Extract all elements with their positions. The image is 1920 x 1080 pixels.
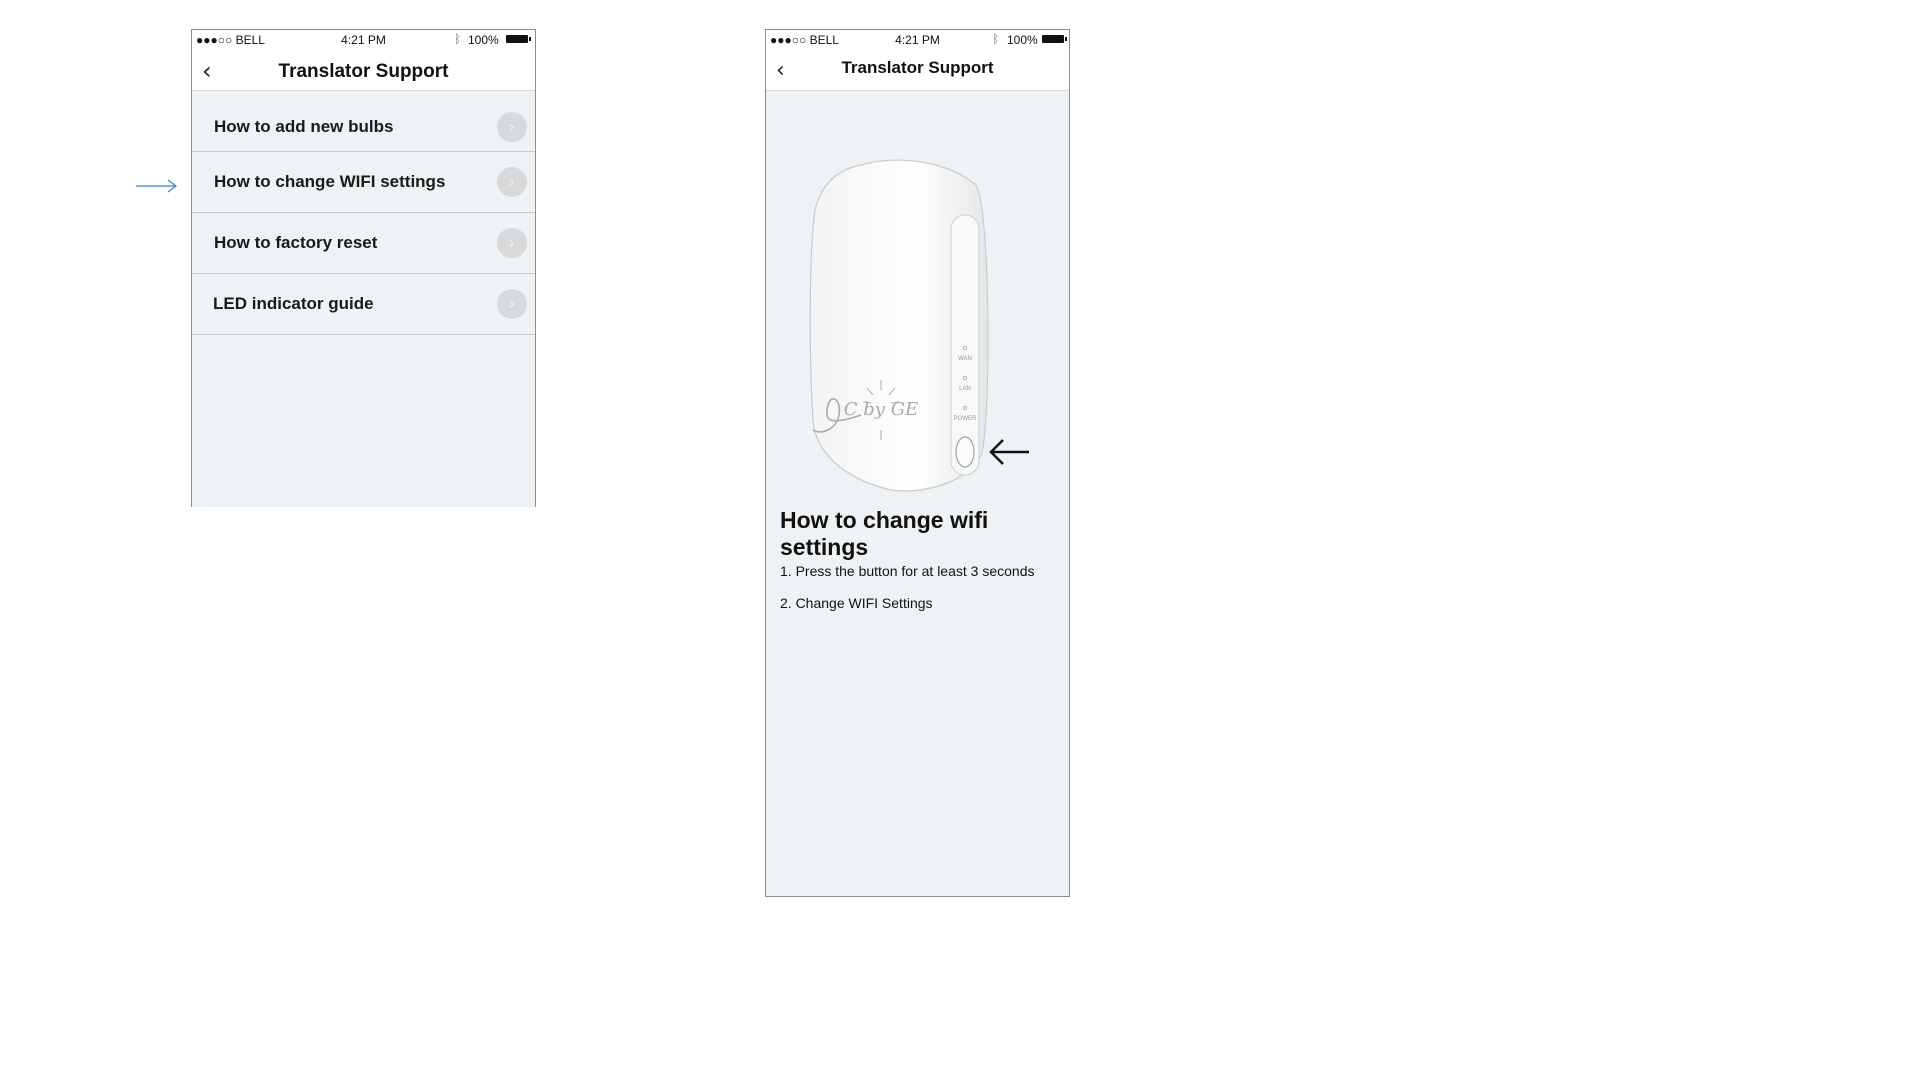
page-title: Translator Support (278, 61, 449, 82)
instruction-steps: 1. Press the button for at least 3 secon… (780, 563, 1034, 627)
translator-device-illustration: WAN LAN POWER C by GE (809, 159, 1029, 492)
chevron-right-icon[interactable]: › (497, 289, 527, 319)
menu-item-label: LED indicator guide (213, 294, 374, 313)
menu-item-factory-reset[interactable]: How to factory reset › (192, 213, 535, 274)
status-bar: ●●●○○ BELL 4:21 PM ᛒ 100% (192, 30, 535, 50)
led-lan-label: LAN (959, 386, 971, 392)
battery-icon (506, 35, 531, 43)
chevron-right-icon[interactable]: › (497, 167, 527, 197)
battery-percent: 100% (468, 33, 499, 47)
navigation-bar: ‹ Translator Support (192, 50, 535, 91)
bluetooth-icon: ᛒ (454, 32, 462, 46)
instruction-step: 1. Press the button for at least 3 secon… (780, 563, 1035, 579)
menu-item-add-bulbs[interactable]: How to add new bulbs › (192, 102, 535, 152)
bluetooth-icon: ᛒ (992, 32, 1000, 46)
button-pointer-arrow-icon (989, 439, 1029, 465)
menu-item-change-wifi[interactable]: How to change WIFI settings › (192, 152, 535, 213)
led-wan-label: WAN (958, 356, 972, 362)
page-title: Translator Support (841, 58, 994, 77)
support-list-screen: ●●●○○ BELL 4:21 PM ᛒ 100% ‹ Translator S… (191, 29, 536, 507)
menu-item-label: How to change WIFI settings (214, 172, 446, 191)
c-by-ge-logo: C by GE (844, 399, 918, 420)
article-heading: How to change wifi settings (780, 507, 989, 560)
instruction-step: 2. Change WIFI Settings (780, 595, 933, 611)
status-bar: ●●●○○ BELL 4:21 PM ᛒ 100% (766, 30, 1069, 50)
battery-percent: 100% (1007, 33, 1038, 47)
battery-icon (1042, 35, 1067, 43)
menu-item-label: How to add new bulbs (214, 116, 394, 136)
led-power-label: POWER (954, 416, 977, 422)
navigation-bar: ‹ Translator Support (766, 50, 1069, 91)
menu-item-led-guide[interactable]: LED indicator guide › (192, 274, 535, 335)
wifi-settings-screen: ●●●○○ BELL 4:21 PM ᛒ 100% ‹ Translator S… (765, 29, 1070, 897)
annotation-arrow-icon (136, 179, 177, 193)
chevron-right-icon[interactable]: › (497, 228, 527, 258)
chevron-right-icon[interactable]: › (497, 111, 527, 142)
support-menu: How to add new bulbs › How to change WIF… (192, 102, 535, 335)
menu-item-label: How to factory reset (214, 233, 378, 252)
